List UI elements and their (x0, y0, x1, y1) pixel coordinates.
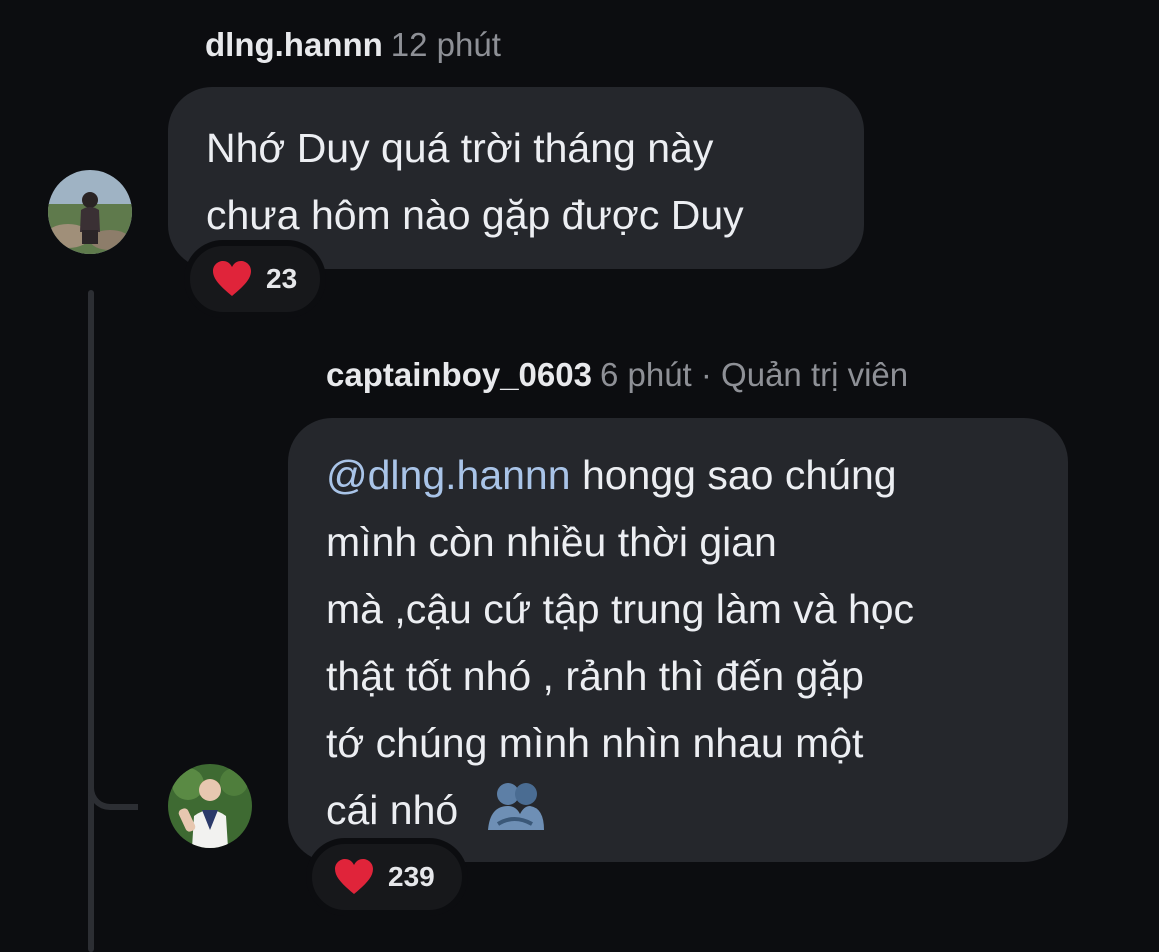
thread-line (88, 290, 94, 952)
reply-meta: captainboy_0603 6 phút · Quản trị viên (326, 356, 908, 394)
reply-bubble[interactable]: @dlng.hannn hongg sao chúng mình còn nhi… (288, 418, 1068, 862)
people-hugging-icon (487, 783, 544, 830)
avatar-photo (168, 764, 252, 848)
heart-icon (335, 859, 373, 894)
reply-text-line: cái nhó (326, 777, 1068, 844)
comment-username[interactable]: dlng.hannn (205, 26, 383, 63)
avatar[interactable] (168, 764, 252, 848)
avatar-photo (48, 170, 132, 254)
reaction-count: 239 (388, 861, 435, 892)
reply-text-line: thật tốt nhó , rảnh thì đến gặp (326, 653, 864, 699)
reply-time: 6 phút (599, 356, 692, 393)
comment-meta: dlng.hannn 12 phút (205, 26, 501, 64)
heart-icon (213, 261, 251, 296)
thread-branch-line (88, 770, 138, 810)
avatar[interactable] (48, 170, 132, 254)
reaction-pill[interactable]: 23 (184, 240, 326, 318)
comment-text-line: chưa hôm nào gặp được Duy (206, 192, 744, 238)
reply-text-line: tớ chúng mình nhìn nhau một (326, 720, 864, 766)
admin-label: · Quản trị viên (700, 356, 909, 393)
reply-text-line: mà ,cậu cứ tập trung làm và học (326, 586, 915, 632)
comment-time: 12 phút (390, 26, 501, 63)
reply-text-line: @dlng.hannn hongg sao chúng (326, 442, 1068, 509)
reply-text-fragment: cái nhó (326, 787, 459, 833)
comment-thread: dlng.hannn 12 phút Nhớ Duy quá trời tháng… (0, 0, 1159, 952)
reaction-count: 23 (266, 263, 298, 294)
reply-username[interactable]: captainboy_0603 (326, 356, 592, 393)
reaction-pill[interactable]: 239 (306, 838, 468, 916)
mention-link[interactable]: @dlng.hannn (326, 452, 571, 498)
reply-text-line: mình còn nhiều thời gian (326, 519, 777, 565)
reply-text-fragment: hongg sao chúng (570, 452, 897, 498)
comment-text-line: Nhớ Duy quá trời tháng này (206, 125, 714, 171)
